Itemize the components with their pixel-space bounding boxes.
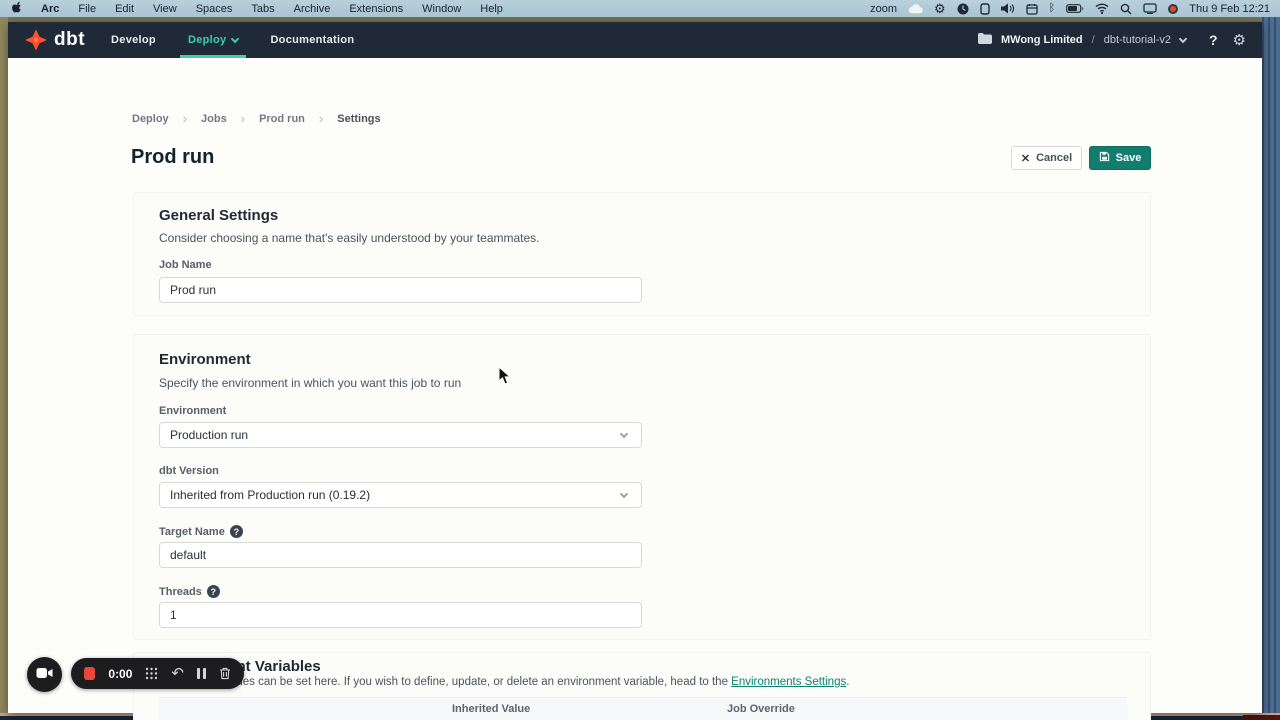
calendar-icon[interactable] bbox=[1026, 3, 1038, 15]
menu-window[interactable]: Window bbox=[422, 3, 461, 15]
general-settings-title: General Settings bbox=[159, 207, 278, 224]
environment-select-label: Environment bbox=[159, 405, 226, 417]
tab-deploy[interactable]: Deploy bbox=[188, 22, 238, 58]
recording-time: 0:00 bbox=[108, 667, 132, 681]
threads-label: Threads ? bbox=[159, 585, 220, 598]
chevron-right-icon: › bbox=[241, 111, 245, 126]
environment-title: Environment bbox=[159, 351, 251, 368]
menu-tabs[interactable]: Tabs bbox=[251, 3, 274, 15]
dbt-logo[interactable]: dbt bbox=[24, 28, 85, 52]
menu-archive[interactable]: Archive bbox=[294, 3, 331, 15]
effects-grid-icon[interactable] bbox=[145, 667, 158, 680]
project-name[interactable]: dbt-tutorial-v2 bbox=[1104, 34, 1171, 46]
wallpaper-right bbox=[1262, 17, 1280, 720]
trash-icon[interactable] bbox=[219, 667, 231, 680]
chevron-right-icon: › bbox=[319, 111, 323, 126]
gear-icon[interactable]: ⚙ bbox=[934, 2, 946, 15]
menu-edit[interactable]: Edit bbox=[115, 3, 134, 15]
camera-bubble-button[interactable] bbox=[27, 657, 62, 692]
mouse-cursor bbox=[498, 366, 512, 391]
save-floppy-icon bbox=[1099, 151, 1110, 165]
target-name-input[interactable] bbox=[159, 542, 642, 568]
general-settings-subtitle: Consider choosing a name that's easily u… bbox=[159, 231, 540, 245]
settings-gear-icon[interactable]: ⚙ bbox=[1233, 31, 1246, 49]
display-icon[interactable] bbox=[1143, 3, 1157, 14]
environment-card: Environment Specify the environment in w… bbox=[133, 334, 1151, 640]
threads-input[interactable] bbox=[159, 602, 642, 628]
dbt-brand-text: dbt bbox=[54, 29, 85, 51]
help-icon[interactable]: ? bbox=[230, 525, 243, 538]
account-separator: / bbox=[1092, 34, 1095, 46]
wifi-icon[interactable] bbox=[1095, 3, 1109, 14]
menu-help[interactable]: Help bbox=[480, 3, 503, 15]
wallpaper-bottom-red bbox=[1243, 715, 1280, 720]
cancel-button[interactable]: ✕ Cancel bbox=[1011, 146, 1082, 170]
battery-icon[interactable] bbox=[1066, 4, 1084, 13]
breadcrumb-prod-run[interactable]: Prod run bbox=[259, 113, 305, 125]
breadcrumb-settings[interactable]: Settings bbox=[337, 113, 380, 125]
dbt-version-label: dbt Version bbox=[159, 465, 219, 477]
save-button[interactable]: Save bbox=[1089, 146, 1151, 170]
column-job-override: Job Override bbox=[727, 703, 795, 715]
job-name-input[interactable] bbox=[159, 277, 642, 303]
chevron-down-icon[interactable] bbox=[1179, 34, 1187, 42]
environment-variables-card: Environment Variables Job level override… bbox=[133, 652, 1151, 720]
tab-develop[interactable]: Develop bbox=[111, 22, 156, 58]
column-inherited-value: Inherited Value bbox=[452, 703, 727, 715]
search-icon[interactable] bbox=[1120, 3, 1132, 15]
app-box-icon[interactable] bbox=[980, 3, 990, 15]
bluetooth-icon[interactable]: ᛒ bbox=[1049, 3, 1056, 14]
menu-file[interactable]: File bbox=[78, 3, 96, 15]
tab-documentation[interactable]: Documentation bbox=[270, 22, 354, 58]
pause-button[interactable] bbox=[197, 668, 206, 679]
breadcrumb-jobs[interactable]: Jobs bbox=[201, 113, 227, 125]
environments-settings-link[interactable]: Environments Settings bbox=[731, 676, 846, 688]
apple-menu-icon[interactable] bbox=[10, 1, 22, 17]
env-vars-table-header: Inherited Value Job Override bbox=[159, 697, 1127, 720]
folder-icon bbox=[978, 33, 992, 47]
close-icon: ✕ bbox=[1021, 152, 1030, 165]
screen: Arc File Edit View Spaces Tabs Archive E… bbox=[0, 0, 1280, 720]
menubar-app-name[interactable]: Arc bbox=[41, 3, 59, 15]
recording-toolbar: 0:00 ↶ bbox=[71, 658, 244, 689]
chevron-down-icon bbox=[231, 34, 239, 42]
job-name-label: Job Name bbox=[159, 259, 212, 271]
account-name[interactable]: MWong Limited bbox=[1001, 34, 1083, 46]
cloud-icon[interactable] bbox=[908, 4, 923, 14]
menu-extensions[interactable]: Extensions bbox=[349, 3, 403, 15]
stop-record-button[interactable] bbox=[84, 667, 95, 680]
chevron-right-icon: › bbox=[183, 111, 187, 126]
dbt-version-select[interactable]: Inherited from Production run (0.19.2) bbox=[159, 482, 642, 508]
menubar-zoom-app[interactable]: zoom bbox=[870, 3, 897, 15]
chevron-down-icon bbox=[620, 429, 628, 437]
environment-select[interactable]: Production run bbox=[159, 422, 642, 448]
environment-subtitle: Specify the environment in which you wan… bbox=[159, 376, 461, 390]
undo-icon[interactable]: ↶ bbox=[171, 666, 184, 681]
menu-view[interactable]: View bbox=[153, 3, 177, 15]
video-camera-icon bbox=[36, 666, 53, 684]
menu-spaces[interactable]: Spaces bbox=[196, 3, 233, 15]
screen-recording-indicator-icon[interactable] bbox=[1168, 4, 1178, 14]
help-button[interactable]: ? bbox=[1209, 32, 1218, 48]
clock-icon[interactable] bbox=[957, 3, 969, 15]
menubar-clock[interactable]: Thu 9 Feb 12:21 bbox=[1189, 3, 1270, 15]
general-settings-card: General Settings Consider choosing a nam… bbox=[133, 192, 1151, 316]
breadcrumb: Deploy › Jobs › Prod run › Settings bbox=[132, 111, 381, 126]
dbt-logo-icon bbox=[24, 28, 48, 52]
help-icon[interactable]: ? bbox=[207, 585, 220, 598]
breadcrumb-deploy[interactable]: Deploy bbox=[132, 113, 169, 125]
target-name-label: Target Name ? bbox=[159, 525, 243, 538]
macos-menubar: Arc File Edit View Spaces Tabs Archive E… bbox=[0, 0, 1280, 17]
chevron-down-icon bbox=[620, 489, 628, 497]
wallpaper-left bbox=[0, 17, 8, 720]
dbt-navbar: dbt Develop Deploy Documentation MWong L… bbox=[8, 22, 1262, 58]
browser-window: dbt Develop Deploy Documentation MWong L… bbox=[8, 22, 1262, 713]
page-title: Prod run bbox=[131, 146, 214, 169]
environment-variables-description: Job level overrides can be set here. If … bbox=[159, 676, 849, 688]
volume-icon[interactable] bbox=[1001, 3, 1015, 14]
